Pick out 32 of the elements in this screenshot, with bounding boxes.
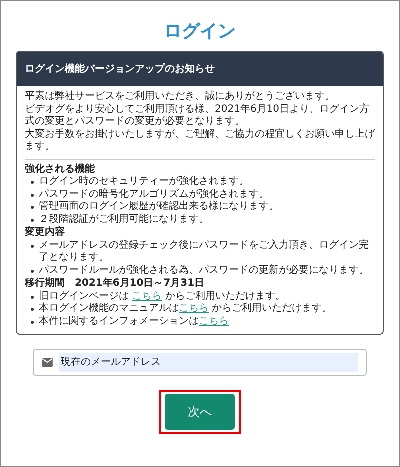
link[interactable]: こちら xyxy=(199,316,229,326)
section-heading: 強化される機能 xyxy=(25,164,96,176)
mail-icon xyxy=(42,358,53,367)
list-item-text: 本件に関するインフォメーションはこちら xyxy=(39,316,229,328)
section-heading: 移行期間 2021年6月10日～7月31日 xyxy=(25,278,206,290)
section-heading: 変更内容 xyxy=(25,227,66,240)
link[interactable]: こちら xyxy=(132,290,162,302)
bullet-icon xyxy=(31,218,34,222)
notice-paragraph: 大変お手数をお掛けいたしますが、ご理解、ご協力の程宜しくお願い申し上げます。 xyxy=(25,128,375,154)
bullet-icon xyxy=(31,181,34,184)
bullet-icon xyxy=(31,194,34,196)
list-item-text: 本ログイン機能のマニュアルはこちら からご利用いただけます。 xyxy=(39,303,332,316)
email-field[interactable]: 現在のメールアドレス xyxy=(33,349,367,376)
list-item-text: ２段階認証がご利用可能になります。 xyxy=(39,214,209,226)
link[interactable]: こちら xyxy=(179,303,209,314)
list-item-text: 管理画面のログイン履歴が確認出来る様になります。 xyxy=(39,201,279,214)
list-item-text: 旧ログインページは こちら からご利用いただけます。 xyxy=(39,290,286,302)
list-item-text: メールアドレスの登録チェック後にパスワードをご入力頂き、ログイン完了となります。 xyxy=(39,240,370,264)
notice-paragraph: ビデオグをより安心してご利用頂ける様、2021年6月10日より、ログイン方式の変更とパスワードの変更が必要となります。 xyxy=(25,104,371,128)
bullet-icon xyxy=(31,270,34,272)
bullet-icon xyxy=(31,296,34,298)
notice-heading: ログイン機能バージョンアップのお知らせ xyxy=(17,52,383,86)
bullet-icon xyxy=(31,244,34,248)
list-item-text: パスワードルールが強化される為、パスワードの更新が必要になります。 xyxy=(39,264,369,277)
bullet-icon xyxy=(31,320,34,324)
bullet-icon xyxy=(31,308,34,311)
list-item-text: パスワードの暗号化アルゴリズムが強化されます。 xyxy=(39,188,269,200)
bullet-icon xyxy=(31,206,34,209)
next-button[interactable]: 次へ xyxy=(165,394,235,430)
page-title: ログイン xyxy=(164,20,236,43)
notice-paragraph: 平素は弊社サービスをご利用いただき、誠にありがとうございます。 xyxy=(25,91,336,104)
list-item-text: ログイン時のセキュリティーが強化されます。 xyxy=(39,176,249,188)
